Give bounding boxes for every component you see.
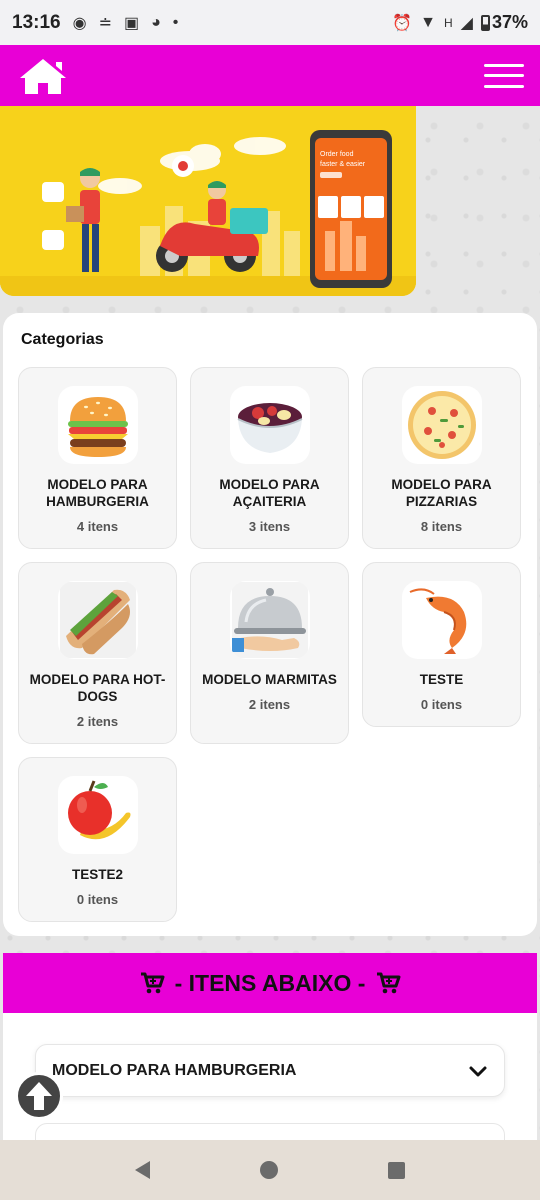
battery-level: 37% <box>491 12 528 32</box>
delivery-illustration: Order food faster & easier <box>0 106 416 296</box>
category-count: 0 itens <box>420 697 463 712</box>
signal-alt-icon: ≐ <box>98 14 112 32</box>
category-count: 8 itens <box>420 519 463 534</box>
category-name: MODELO MARMITAS <box>202 672 337 687</box>
bowl-icon: ◕ <box>151 13 161 31</box>
shrimp-icon <box>401 581 482 659</box>
accordion-hamburgeria[interactable]: MODELO PARA HAMBURGERIA <box>35 1044 505 1097</box>
category-card-acaiteria[interactable]: MODELO PARA AÇAITERIA 3 itens <box>190 367 349 549</box>
phone-text-1: Order food <box>320 151 354 158</box>
category-card-teste[interactable]: TESTE 0 itens <box>362 562 521 727</box>
category-count: 3 itens <box>248 519 291 534</box>
category-name: MODELO PARA PIZZARIAS <box>391 477 492 509</box>
arrow-up-icon <box>26 1082 52 1110</box>
home-icon <box>20 58 66 94</box>
status-time: 13:16 <box>12 11 61 33</box>
cell-signal-icon: ◢ <box>460 14 473 32</box>
shopping-bag-icon: ▣ <box>123 14 140 32</box>
category-count: 0 itens <box>76 892 119 907</box>
phone-text-2: faster & easier <box>320 161 366 168</box>
category-name: MODELO PARA HOT-DOGS <box>29 672 166 704</box>
category-card-pizzarias[interactable]: MODELO PARA PIZZARIAS 8 itens <box>362 367 521 549</box>
category-card-marmitas[interactable]: MODELO MARMITAS 2 itens <box>190 562 349 744</box>
acai-bowl-icon <box>229 386 310 464</box>
burger-icon <box>57 386 138 464</box>
recent-apps-icon[interactable] <box>388 1161 405 1179</box>
network-type: H <box>443 15 453 30</box>
category-name: TESTE <box>419 672 464 687</box>
hamburger-menu-icon[interactable] <box>484 60 524 92</box>
system-nav-bar <box>0 1140 540 1200</box>
cloche-icon <box>229 581 310 659</box>
categories-card: Categorias MODELO PARA HAMBURGERIA 4 ite… <box>3 313 537 936</box>
category-card-hamburgeria[interactable]: MODELO PARA HAMBURGERIA 4 itens <box>18 367 177 549</box>
home-circle-icon[interactable] <box>260 1161 278 1179</box>
alarm-icon: ⏰ <box>392 14 413 32</box>
pizza-icon <box>401 386 482 464</box>
items-section-header: - ITENS ABAIXO - <box>3 953 537 1013</box>
battery-indicator: 37% <box>480 12 528 33</box>
promo-banner[interactable]: Order food faster & easier <box>0 106 416 296</box>
accordion-label: MODELO PARA HAMBURGERIA <box>52 1061 297 1079</box>
category-name: MODELO PARA HAMBURGERIA <box>46 477 149 509</box>
fruit-icon <box>57 776 138 854</box>
battery-icon <box>480 14 490 31</box>
status-bar: 13:16 ◉ ≐ ▣ ◕ • ⏰ ▼ H ◢ 37% <box>0 0 540 45</box>
category-name: TESTE2 <box>71 867 123 882</box>
back-icon[interactable] <box>135 1161 150 1179</box>
hotdog-icon <box>57 581 138 659</box>
category-count: 2 itens <box>248 697 291 712</box>
category-name: MODELO PARA AÇAITERIA <box>219 477 320 509</box>
chat-bubble-icon: ◉ <box>72 14 87 32</box>
scroll-to-top-button[interactable] <box>15 1072 63 1120</box>
category-card-teste2[interactable]: TESTE2 0 itens <box>18 757 177 922</box>
home-button[interactable] <box>16 54 72 98</box>
wifi-icon: ▼ <box>420 13 436 31</box>
dot-icon: • <box>172 13 179 31</box>
categories-grid: MODELO PARA HAMBURGERIA 4 itens MODELO P… <box>18 367 522 922</box>
category-count: 4 itens <box>76 519 119 534</box>
category-count: 2 itens <box>76 714 119 729</box>
categories-title: Categorias <box>21 331 104 348</box>
cart-icon <box>377 972 401 994</box>
app-header <box>0 45 540 106</box>
items-section-title: - ITENS ABAIXO - <box>174 969 366 996</box>
chevron-down-icon <box>469 1066 487 1076</box>
category-card-hot-dogs[interactable]: MODELO PARA HOT-DOGS 2 itens <box>18 562 177 744</box>
cart-icon <box>140 972 165 994</box>
